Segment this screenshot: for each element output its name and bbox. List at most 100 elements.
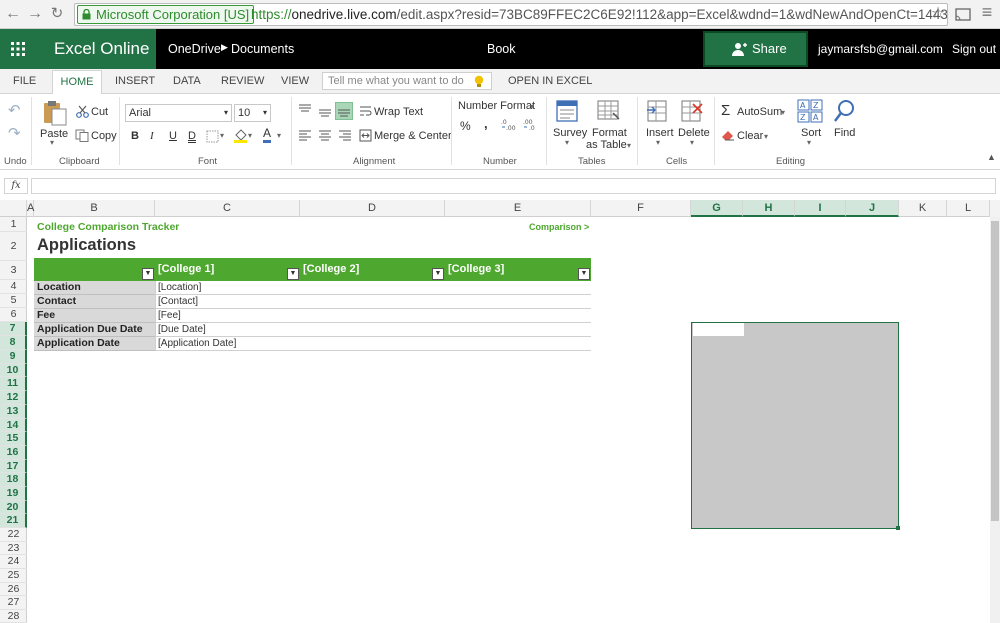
borders-icon[interactable] bbox=[206, 130, 219, 143]
sign-out-link[interactable]: Sign out bbox=[952, 42, 996, 56]
row-header[interactable]: 23 bbox=[0, 542, 27, 555]
table-header-cell[interactable]: [College 1] bbox=[155, 258, 300, 281]
app-brand[interactable]: Excel Online bbox=[36, 29, 156, 69]
reload-icon[interactable]: ↻ bbox=[48, 5, 66, 23]
autosum-button[interactable]: AutoSum bbox=[737, 106, 782, 118]
comparison-link[interactable]: Comparison > bbox=[529, 222, 589, 232]
tab-view[interactable]: VIEW bbox=[281, 75, 309, 87]
row-header[interactable]: 27 bbox=[0, 596, 27, 610]
vertical-scrollbar[interactable] bbox=[990, 217, 1000, 623]
row-header[interactable]: 3 bbox=[0, 261, 27, 280]
column-header[interactable]: L bbox=[947, 200, 990, 217]
align-center-icon[interactable] bbox=[318, 130, 332, 142]
filter-dropdown-icon[interactable]: ▼ bbox=[432, 268, 444, 280]
double-underline-button[interactable]: D bbox=[188, 130, 196, 142]
chevron-down-icon[interactable]: ▾ bbox=[248, 131, 252, 140]
chevron-down-icon[interactable]: ▾ bbox=[764, 132, 768, 141]
column-header-selected[interactable]: I bbox=[795, 200, 846, 217]
increase-decimal-icon[interactable]: .0.00 bbox=[501, 118, 517, 131]
row-header-selected[interactable]: 10 bbox=[0, 364, 27, 377]
tab-home[interactable]: HOME bbox=[52, 70, 102, 94]
row-value[interactable]: [Application Date] bbox=[155, 337, 236, 351]
row-header-selected[interactable]: 7 bbox=[0, 322, 27, 336]
column-header-selected[interactable]: H bbox=[743, 200, 795, 217]
bookmark-star-icon[interactable]: ☆ bbox=[929, 5, 947, 23]
chevron-down-icon[interactable]: ▾ bbox=[220, 131, 224, 140]
row-header[interactable]: 22 bbox=[0, 528, 27, 542]
row-header[interactable]: 25 bbox=[0, 569, 27, 583]
row-header-selected[interactable]: 19 bbox=[0, 487, 27, 501]
workbook-name[interactable]: Book bbox=[487, 42, 516, 56]
italic-button[interactable]: I bbox=[150, 130, 154, 142]
undo-icon[interactable]: ↶ bbox=[8, 101, 21, 119]
find-button[interactable]: Find bbox=[834, 127, 855, 139]
row-label[interactable]: Fee bbox=[34, 309, 155, 323]
row-header-selected[interactable]: 18 bbox=[0, 473, 27, 487]
row-header-selected[interactable]: 11 bbox=[0, 377, 27, 391]
delete-cells-icon[interactable] bbox=[680, 99, 704, 123]
column-header[interactable]: A bbox=[27, 200, 34, 217]
decrease-decimal-icon[interactable]: .00.0 bbox=[523, 118, 539, 131]
align-bottom-button[interactable] bbox=[335, 102, 353, 120]
open-in-excel-button[interactable]: OPEN IN EXCEL bbox=[508, 75, 592, 87]
column-header-selected[interactable]: G bbox=[691, 200, 743, 217]
align-top-icon[interactable] bbox=[298, 104, 312, 116]
align-right-icon[interactable] bbox=[338, 130, 352, 142]
row-header-selected[interactable]: 16 bbox=[0, 446, 27, 460]
row-label[interactable]: Contact bbox=[34, 295, 155, 309]
row-header[interactable]: 26 bbox=[0, 583, 27, 596]
merge-center-button[interactable]: Merge & Center bbox=[374, 130, 452, 142]
row-header[interactable]: 1 bbox=[0, 217, 27, 232]
redo-icon[interactable]: ↷ bbox=[8, 124, 21, 142]
row-header-selected[interactable]: 12 bbox=[0, 391, 27, 405]
insert-cells-icon[interactable] bbox=[646, 99, 670, 123]
filter-dropdown-icon[interactable]: ▼ bbox=[578, 268, 590, 280]
selected-chart-placeholder[interactable] bbox=[691, 322, 899, 529]
row-label[interactable]: Location bbox=[34, 281, 155, 295]
cut-button[interactable]: Cut bbox=[91, 106, 108, 118]
number-format-select[interactable]: Number Format bbox=[458, 100, 535, 112]
row-header-selected[interactable]: 13 bbox=[0, 405, 27, 419]
underline-button[interactable]: U bbox=[169, 130, 177, 142]
tab-file[interactable]: FILE bbox=[13, 75, 36, 87]
tab-review[interactable]: REVIEW bbox=[221, 75, 264, 87]
font-color-button[interactable]: A bbox=[263, 127, 272, 143]
filter-dropdown-icon[interactable]: ▼ bbox=[287, 268, 299, 280]
column-header[interactable]: E bbox=[445, 200, 591, 217]
column-header[interactable]: B bbox=[34, 200, 155, 217]
select-all-corner[interactable] bbox=[0, 200, 27, 217]
row-header[interactable]: 24 bbox=[0, 555, 27, 569]
chevron-down-icon[interactable]: ▾ bbox=[277, 131, 281, 140]
row-header-selected[interactable]: 9 bbox=[0, 350, 27, 364]
row-label[interactable]: Application Date bbox=[34, 337, 155, 351]
cast-icon[interactable] bbox=[955, 8, 971, 21]
formula-input[interactable] bbox=[31, 178, 996, 194]
table-header-cell[interactable] bbox=[34, 258, 155, 281]
forward-icon[interactable]: → bbox=[26, 5, 44, 23]
percent-style-button[interactable]: % bbox=[460, 119, 471, 133]
survey-button[interactable]: Survey bbox=[553, 127, 587, 139]
site-identity-badge[interactable]: Microsoft Corporation [US] bbox=[77, 5, 255, 24]
chevron-down-icon[interactable]: ▾ bbox=[565, 138, 569, 147]
align-left-icon[interactable] bbox=[298, 130, 312, 142]
sheet-title[interactable]: Applications bbox=[37, 236, 136, 255]
align-middle-icon[interactable] bbox=[318, 107, 332, 119]
selection-handle[interactable] bbox=[896, 526, 900, 530]
tab-data[interactable]: DATA bbox=[173, 75, 201, 87]
row-header-selected[interactable]: 17 bbox=[0, 460, 27, 473]
row-header-selected[interactable]: 8 bbox=[0, 336, 27, 350]
tab-insert[interactable]: INSERT bbox=[115, 75, 155, 87]
share-button[interactable]: Share bbox=[703, 31, 808, 67]
row-header[interactable]: 28 bbox=[0, 610, 27, 623]
breadcrumb-documents[interactable]: Documents bbox=[231, 42, 294, 56]
row-value[interactable]: [Fee] bbox=[155, 309, 181, 323]
row-header-selected[interactable]: 21 bbox=[0, 514, 27, 528]
back-icon[interactable]: ← bbox=[4, 5, 22, 23]
chevron-down-icon[interactable]: ▾ bbox=[530, 102, 534, 111]
row-header[interactable]: 2 bbox=[0, 232, 27, 261]
paste-dropdown-icon[interactable]: ▾ bbox=[50, 138, 54, 147]
table-header-cell[interactable]: [College 2] bbox=[300, 258, 445, 281]
scrollbar-thumb[interactable] bbox=[991, 221, 999, 521]
sort-button[interactable]: Sort bbox=[801, 127, 821, 139]
paste-button[interactable]: Paste bbox=[40, 128, 68, 140]
